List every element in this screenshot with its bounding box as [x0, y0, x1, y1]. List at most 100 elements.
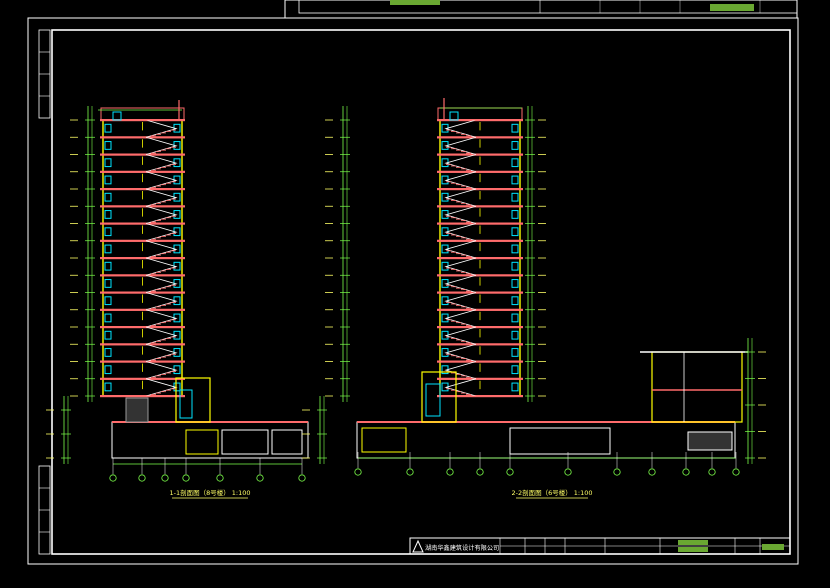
floor-slab — [437, 360, 523, 363]
podium-basement — [356, 421, 736, 459]
ramp-block — [125, 397, 149, 423]
caption-section-1-1: 1-1剖面图（8号楼） 1:100 — [169, 488, 250, 497]
floor-slab — [437, 170, 523, 173]
floor-slab — [100, 308, 185, 311]
lobby-block — [175, 377, 211, 423]
window — [511, 348, 519, 357]
window — [104, 296, 112, 306]
podium-basement — [111, 421, 309, 459]
window — [104, 348, 112, 357]
cad-drawing-canvas: 1-1剖面图（8号楼） 1:100 2-2剖面图（6号楼） 1:100 湖南华鑫… — [27, 0, 799, 565]
floor-slab — [100, 343, 185, 346]
window — [511, 313, 519, 323]
section-1-1-building-8 — [46, 100, 309, 482]
window — [511, 210, 519, 219]
grid-bubble — [109, 474, 117, 482]
floor-slab — [100, 395, 185, 398]
grid-bubble — [613, 468, 621, 476]
company-name: 湖南华鑫建筑设计有限公司 — [425, 544, 499, 552]
floor-slab — [100, 257, 185, 260]
grid-bubble — [406, 468, 414, 476]
podium-room — [271, 429, 303, 455]
grid-bubble — [256, 474, 264, 482]
floor-slab — [100, 222, 185, 225]
floor-slab — [100, 291, 185, 294]
podium-room — [509, 427, 611, 455]
window — [104, 261, 112, 271]
annex-building — [651, 351, 743, 423]
window — [511, 296, 519, 306]
roof-window — [112, 111, 122, 121]
annex-basement-room — [687, 431, 733, 451]
grid-bubble — [138, 474, 146, 482]
window — [104, 123, 112, 133]
window — [511, 382, 519, 392]
window — [104, 279, 112, 288]
window — [104, 210, 112, 219]
podium-room — [185, 429, 219, 455]
grid-bubble — [216, 474, 224, 482]
floor-slab — [437, 291, 523, 294]
floor-slab — [437, 274, 523, 277]
grid-bubble — [708, 468, 716, 476]
floor-slab — [100, 205, 185, 208]
window — [511, 244, 519, 254]
window — [104, 365, 112, 375]
floor-slab — [100, 170, 185, 173]
floor-slab — [437, 395, 523, 398]
floor-slab — [100, 188, 185, 191]
window — [511, 227, 519, 237]
title-block: 湖南华鑫建筑设计有限公司 — [409, 537, 791, 555]
grid-bubble — [506, 468, 514, 476]
window — [104, 313, 112, 323]
grid-bubble — [446, 468, 454, 476]
window — [511, 123, 519, 133]
grid-bubble — [682, 468, 690, 476]
floor-slab — [100, 326, 185, 329]
sheet-frame — [27, 17, 799, 565]
floor-slab — [437, 136, 523, 139]
window — [511, 365, 519, 375]
grid-bubble — [354, 468, 362, 476]
floor-slab — [100, 239, 185, 242]
window — [511, 158, 519, 168]
grid-bubble — [476, 468, 484, 476]
floor-slab — [437, 222, 523, 225]
window — [511, 261, 519, 271]
floor-slab — [100, 136, 185, 139]
podium-room — [361, 427, 407, 453]
floor-slab — [100, 153, 185, 156]
grid-bubble — [298, 474, 306, 482]
caption-section-2-2: 2-2剖面图（6号楼） 1:100 — [511, 488, 592, 497]
window — [511, 175, 519, 185]
window — [104, 192, 112, 202]
window — [511, 192, 519, 202]
window — [104, 175, 112, 185]
grid-bubble — [732, 468, 740, 476]
floor-slab — [437, 257, 523, 260]
company-logo-icon — [412, 539, 424, 553]
lobby-door — [425, 383, 441, 417]
roof-window — [449, 111, 459, 121]
window — [104, 382, 112, 392]
grid-bubble — [161, 474, 169, 482]
floor-slab — [437, 343, 523, 346]
window — [104, 330, 112, 340]
window — [104, 141, 112, 150]
grid-bubble — [182, 474, 190, 482]
grid-bubble — [648, 468, 656, 476]
floor-slab — [437, 308, 523, 311]
window — [511, 141, 519, 150]
floor-slab — [100, 377, 185, 380]
window — [511, 279, 519, 288]
podium-room — [221, 429, 269, 455]
grid-bubble — [564, 468, 572, 476]
floor-slab — [437, 205, 523, 208]
floor-slab — [437, 188, 523, 191]
section-2-2-building-6 — [302, 98, 766, 476]
floor-slab — [437, 326, 523, 329]
window — [104, 158, 112, 168]
roof-structure — [437, 107, 523, 121]
floor-slab — [100, 360, 185, 363]
floor-slab — [100, 274, 185, 277]
